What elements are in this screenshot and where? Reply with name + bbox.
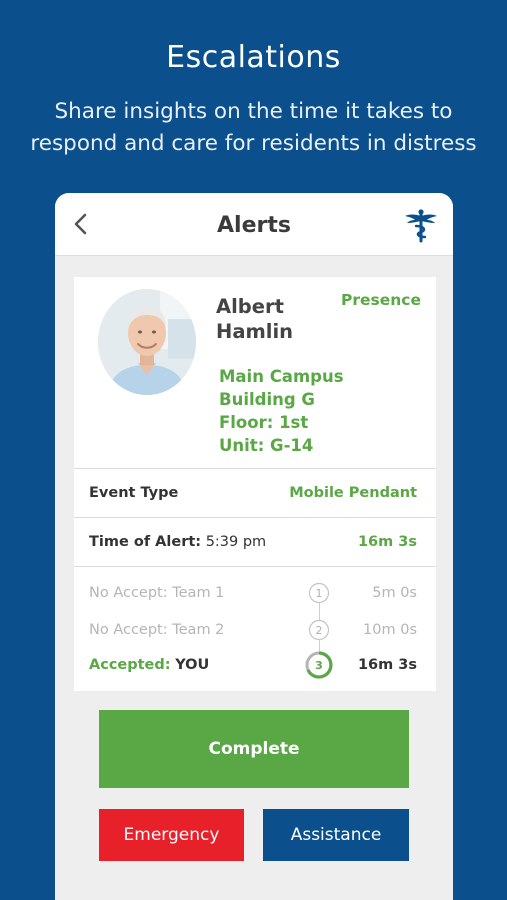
escalation-time: 16m 3s [357, 657, 417, 673]
promo-subline: Share insights on the time it takes to r… [30, 99, 477, 156]
escalation-label: No Accept: Team 2 [89, 622, 225, 638]
escalation-time: 5m 0s [372, 585, 417, 601]
promo-headline: Escalations [166, 40, 341, 75]
escalation-list: No Accept: Team 1 1 5m 0s No Accept: Tea… [74, 567, 436, 689]
escalation-label: No Accept: Team 1 [89, 585, 225, 601]
top-bar: Alerts [55, 193, 453, 256]
time-of-alert: Time of Alert: 5:39 pm [89, 534, 266, 550]
time-of-alert-row: Time of Alert: 5:39 pm 16m 3s [74, 518, 436, 567]
location-unit: Unit: G-14 [219, 436, 314, 455]
location-building: Building G [219, 390, 315, 409]
location-campus: Main Campus [219, 367, 344, 386]
step-number: 3 [315, 659, 323, 672]
complete-button[interactable]: Complete [99, 710, 409, 788]
emergency-button[interactable]: Emergency [99, 809, 244, 861]
resident-name: Albert Hamlin [216, 295, 294, 343]
step-1-icon: 1 [308, 582, 330, 604]
event-type-label: Event Type [89, 485, 179, 501]
avatar [98, 289, 196, 395]
escalation-item: No Accept: Team 1 1 5m 0s [74, 579, 436, 609]
alert-card: Albert Hamlin Presence Main Campus Build… [74, 277, 436, 691]
escalation-time: 10m 0s [363, 622, 417, 638]
page-title: Alerts [217, 213, 291, 238]
caduceus-logo-icon [405, 209, 437, 243]
event-type-row: Event Type Mobile Pendant [74, 469, 436, 518]
assistance-button[interactable]: Assistance [263, 809, 409, 861]
step-2-icon: 2 [308, 619, 330, 641]
status-badge: Presence [341, 291, 421, 309]
step-3-progress-icon: 3 [305, 651, 333, 679]
step-number: 1 [316, 587, 323, 600]
time-of-alert-label: Time of Alert: [89, 534, 202, 550]
elapsed-time: 16m 3s [357, 534, 417, 550]
escalation-item-accepted: Accepted: YOU 3 16m 3s [74, 651, 436, 681]
accepted-text: Accepted: YOU [89, 657, 209, 673]
accepted-by: YOU [175, 657, 210, 673]
resident-section: Albert Hamlin Presence Main Campus Build… [74, 277, 436, 469]
event-type-value: Mobile Pendant [289, 485, 417, 501]
step-number: 2 [316, 624, 323, 637]
phone-screen: Alerts Albert Hamlin Presence Main Campu… [55, 193, 453, 900]
accepted-label: Accepted: [89, 657, 171, 673]
location-floor: Floor: 1st [219, 413, 309, 432]
escalation-item: No Accept: Team 2 2 10m 0s [74, 616, 436, 646]
resident-location: Main Campus Building G Floor: 1st Unit: … [219, 365, 344, 457]
time-of-alert-time: 5:39 pm [205, 534, 267, 550]
